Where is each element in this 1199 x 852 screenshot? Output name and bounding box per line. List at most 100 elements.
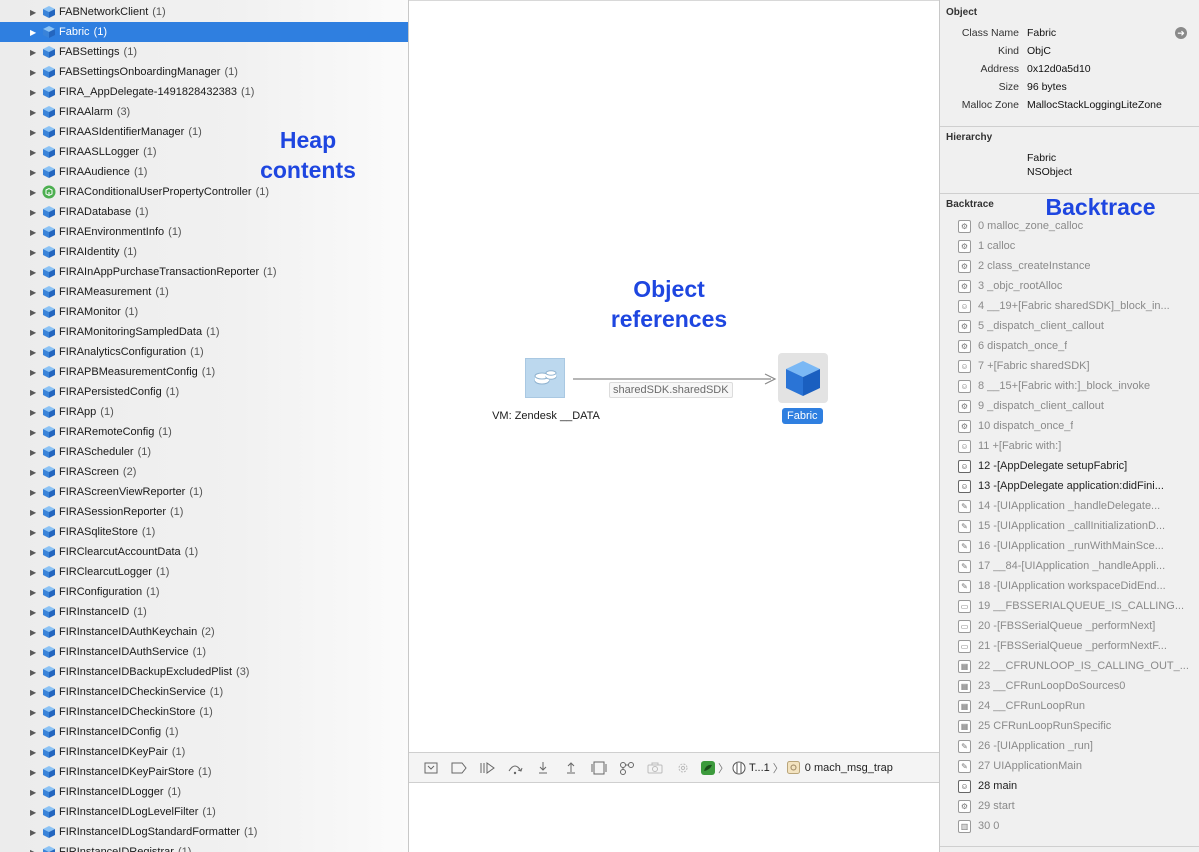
heap-row[interactable]: ▶ FIRAMonitoringSampledData (1): [0, 322, 408, 342]
view-hierarchy-button[interactable]: [585, 758, 613, 778]
simulate-location-button[interactable]: [641, 758, 669, 778]
disclosure-triangle-icon[interactable]: ▶: [30, 568, 40, 577]
disclosure-triangle-icon[interactable]: ▶: [30, 548, 40, 557]
heap-row[interactable]: ▶ FIRInstanceIDAuthKeychain (2): [0, 622, 408, 642]
disclosure-triangle-icon[interactable]: ▶: [30, 68, 40, 77]
backtrace-frame[interactable]: ✎ 27 UIApplicationMain: [958, 756, 1198, 776]
disclosure-triangle-icon[interactable]: ▶: [30, 88, 40, 97]
heap-row[interactable]: ▶ FIRInstanceIDAuthService (1): [0, 642, 408, 662]
heap-row[interactable]: ▶ FABNetworkClient (1): [0, 2, 408, 22]
disclosure-triangle-icon[interactable]: ▶: [30, 288, 40, 297]
backtrace-frame[interactable]: ☺ 4 __19+[Fabric sharedSDK]_block_in...: [958, 296, 1198, 316]
backtrace-frame[interactable]: ⚙ 9 _dispatch_client_callout: [958, 396, 1198, 416]
backtrace-frame[interactable]: ✎ 18 -[UIApplication workspaceDidEnd...: [958, 576, 1198, 596]
disclosure-triangle-icon[interactable]: ▶: [30, 728, 40, 737]
disclosure-triangle-icon[interactable]: ▶: [30, 668, 40, 677]
heap-row[interactable]: ▶ FIRInstanceIDKeyPair (1): [0, 742, 408, 762]
disclosure-triangle-icon[interactable]: ▶: [30, 528, 40, 537]
backtrace-frame[interactable]: ▭ 19 __FBSSERIALQUEUE_IS_CALLING...: [958, 596, 1198, 616]
backtrace-frame[interactable]: ⚙ 1 calloc: [958, 236, 1198, 256]
backtrace-frame[interactable]: ⚙ 5 _dispatch_client_callout: [958, 316, 1198, 336]
disclosure-triangle-icon[interactable]: ▶: [30, 688, 40, 697]
disclosure-triangle-icon[interactable]: ▶: [30, 248, 40, 257]
disclosure-triangle-icon[interactable]: ▶: [30, 488, 40, 497]
target-node[interactable]: [778, 353, 828, 403]
backtrace-frame[interactable]: ✎ 26 -[UIApplication _run]: [958, 736, 1198, 756]
heap-row[interactable]: ▶ FIRAPBMeasurementConfig (1): [0, 362, 408, 382]
heap-row[interactable]: ▶ FIRAMeasurement (1): [0, 282, 408, 302]
step-out-button[interactable]: [557, 758, 585, 778]
heap-row[interactable]: ▶ FIRAConditionalUserPropertyController (1…: [0, 182, 408, 202]
target-node-label[interactable]: Fabric: [782, 408, 823, 424]
heap-row[interactable]: ▶ FIRAScheduler (1): [0, 442, 408, 462]
disclosure-triangle-icon[interactable]: ▶: [30, 48, 40, 57]
disclosure-triangle-icon[interactable]: ▶: [30, 808, 40, 817]
backtrace-frame[interactable]: ☺ 13 -[AppDelegate application:didFini...: [958, 476, 1198, 496]
memory-graph-button[interactable]: [613, 758, 641, 778]
backtrace-frame[interactable]: ☺ 11 +[Fabric with:]: [958, 436, 1198, 456]
backtrace-frame[interactable]: ✎ 15 -[UIApplication _callInitializationD…: [958, 516, 1198, 536]
backtrace-frame[interactable]: ⚙ 29 start: [958, 796, 1198, 816]
disclosure-triangle-icon[interactable]: ▶: [30, 828, 40, 837]
disclosure-triangle-icon[interactable]: ▶: [30, 208, 40, 217]
heap-row[interactable]: ▶ FIRInstanceIDLogStandardFormatter (1): [0, 822, 408, 842]
disclosure-triangle-icon[interactable]: ▶: [30, 148, 40, 157]
backtrace-frame[interactable]: ▥ 30 0: [958, 816, 1198, 836]
console-area[interactable]: [409, 783, 939, 852]
process-breadcrumb[interactable]: 〉 T...1 〉 0 mach_msg_trap: [701, 760, 893, 776]
heap-row[interactable]: ▶ FIRADatabase (1): [0, 202, 408, 222]
disclosure-triangle-icon[interactable]: ▶: [30, 768, 40, 777]
backtrace-frame[interactable]: ▦ 22 __CFRUNLOOP_IS_CALLING_OUT_...: [958, 656, 1198, 676]
disclosure-triangle-icon[interactable]: ▶: [30, 8, 40, 17]
disclosure-triangle-icon[interactable]: ▶: [30, 508, 40, 517]
heap-row[interactable]: ▶ FABSettings (1): [0, 42, 408, 62]
heap-row[interactable]: ▶ FIRInstanceIDCheckinService (1): [0, 682, 408, 702]
backtrace-frame[interactable]: ✎ 16 -[UIApplication _runWithMainSce...: [958, 536, 1198, 556]
heap-row[interactable]: ▶ FIRAPersistedConfig (1): [0, 382, 408, 402]
step-into-button[interactable]: [529, 758, 557, 778]
disclosure-triangle-icon[interactable]: ▶: [30, 128, 40, 137]
disclosure-triangle-icon[interactable]: ▶: [30, 28, 40, 37]
backtrace-frame[interactable]: ▦ 24 __CFRunLoopRun: [958, 696, 1198, 716]
jump-arrow-icon[interactable]: ➜: [1175, 27, 1187, 39]
disclosure-triangle-icon[interactable]: ▶: [30, 308, 40, 317]
disclosure-triangle-icon[interactable]: ▶: [30, 388, 40, 397]
heap-row[interactable]: ▶ FIRClearcutAccountData (1): [0, 542, 408, 562]
heap-row[interactable]: ▶ FIRInstanceIDLogger (1): [0, 782, 408, 802]
disclosure-triangle-icon[interactable]: ▶: [30, 708, 40, 717]
backtrace-frame[interactable]: ▭ 21 -[FBSSerialQueue _performNextF...: [958, 636, 1198, 656]
console-toggle-button[interactable]: [417, 758, 445, 778]
heap-row[interactable]: ▶ FIRAInAppPurchaseTransactionReporter (1): [0, 262, 408, 282]
heap-row[interactable]: ▶ FIRA_AppDelegate-1491828432383 (1): [0, 82, 408, 102]
backtrace-frame[interactable]: ▦ 25 CFRunLoopRunSpecific: [958, 716, 1198, 736]
heap-row[interactable]: ▶ FABSettingsOnboardingManager (1): [0, 62, 408, 82]
heap-row[interactable]: ▶ FIRASessionReporter (1): [0, 502, 408, 522]
disclosure-triangle-icon[interactable]: ▶: [30, 268, 40, 277]
heap-row[interactable]: ▶ FIRAScreenViewReporter (1): [0, 482, 408, 502]
disclosure-triangle-icon[interactable]: ▶: [30, 328, 40, 337]
disclosure-triangle-icon[interactable]: ▶: [30, 348, 40, 357]
source-node[interactable]: [525, 358, 565, 398]
backtrace-frame[interactable]: ⚙ 3 _objc_rootAlloc: [958, 276, 1198, 296]
backtrace-frame[interactable]: ▦ 23 __CFRunLoopDoSources0: [958, 676, 1198, 696]
heap-row[interactable]: ▶ FIRInstanceIDConfig (1): [0, 722, 408, 742]
heap-row[interactable]: ▶ FIRASqliteStore (1): [0, 522, 408, 542]
heap-row[interactable]: ▶ FIRAAlarm (3): [0, 102, 408, 122]
backtrace-frame[interactable]: ▭ 20 -[FBSSerialQueue _performNext]: [958, 616, 1198, 636]
disclosure-triangle-icon[interactable]: ▶: [30, 228, 40, 237]
disclosure-triangle-icon[interactable]: ▶: [30, 368, 40, 377]
heap-row[interactable]: ▶ FIRConfiguration (1): [0, 582, 408, 602]
backtrace-frame[interactable]: ☺ 28 main: [958, 776, 1198, 796]
disclosure-triangle-icon[interactable]: ▶: [30, 108, 40, 117]
heap-row[interactable]: ▶ FIRApp (1): [0, 402, 408, 422]
heap-row[interactable]: ▶ FIRInstanceIDRegistrar (1): [0, 842, 408, 852]
environment-overrides-button[interactable]: [669, 758, 697, 778]
disclosure-triangle-icon[interactable]: ▶: [30, 428, 40, 437]
heap-row[interactable]: ▶ FIRAScreen (2): [0, 462, 408, 482]
backtrace-frame[interactable]: ✎ 14 -[UIApplication _handleDelegate...: [958, 496, 1198, 516]
disclosure-triangle-icon[interactable]: ▶: [30, 468, 40, 477]
heap-row[interactable]: ▶ FIRInstanceIDKeyPairStore (1): [0, 762, 408, 782]
disclosure-triangle-icon[interactable]: ▶: [30, 588, 40, 597]
heap-row[interactable]: ▶ FIRInstanceIDBackupExcludedPlist (3): [0, 662, 408, 682]
heap-row[interactable]: ▶ Fabric (1): [0, 22, 408, 42]
